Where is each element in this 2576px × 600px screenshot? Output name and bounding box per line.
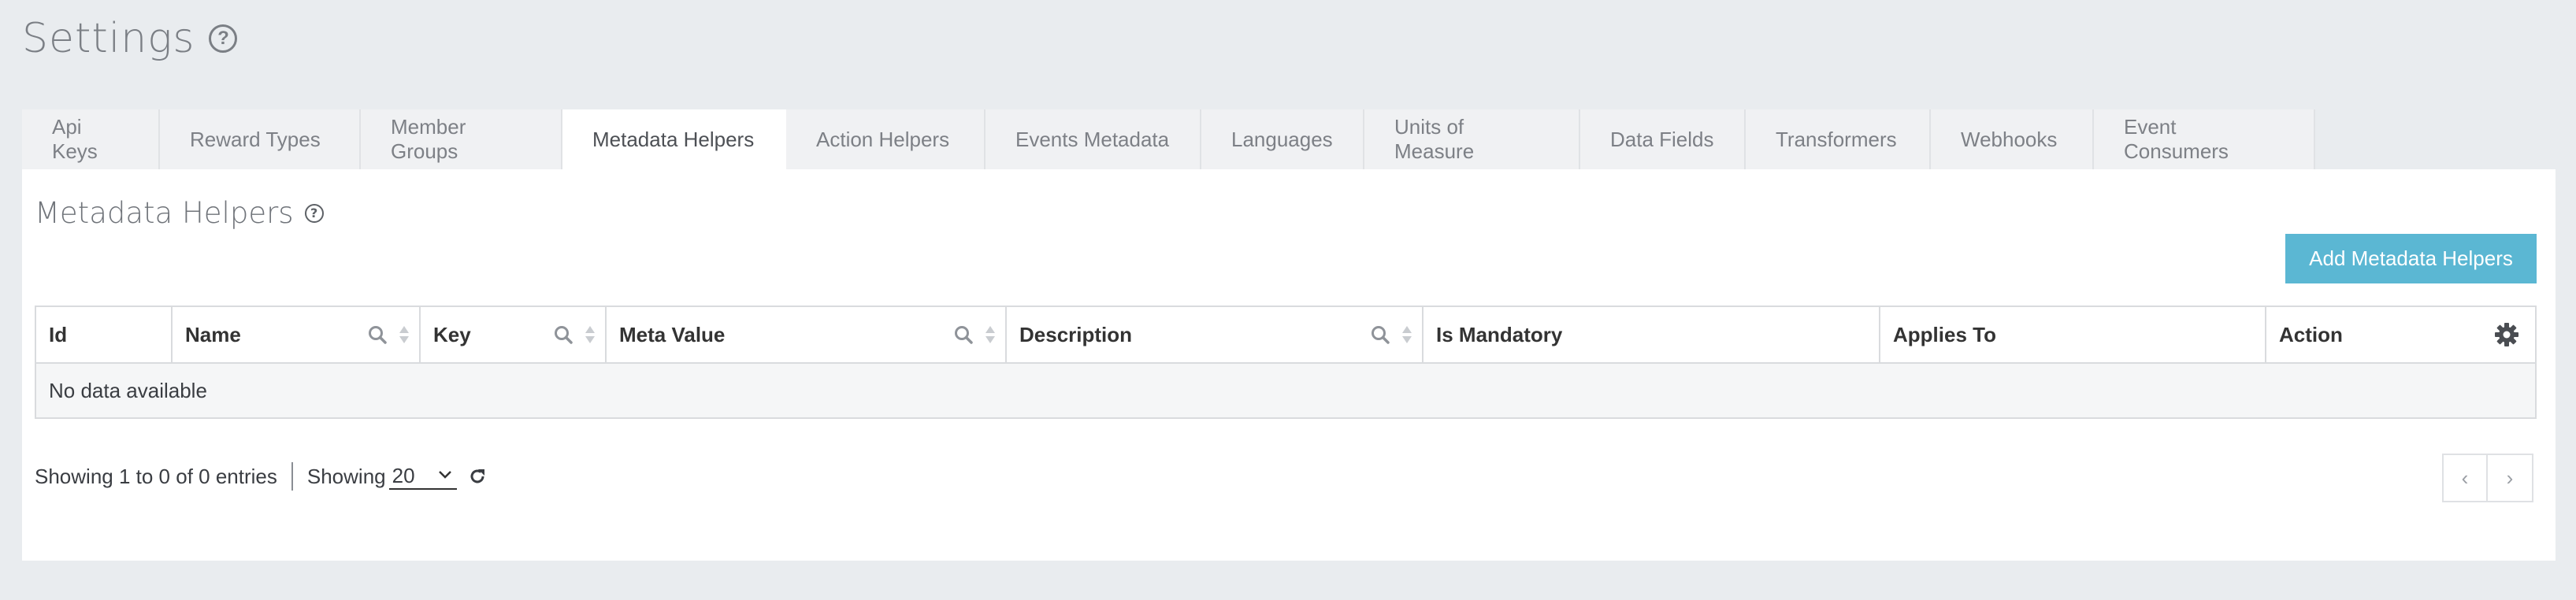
column-header-name[interactable]: Name: [173, 307, 421, 362]
column-header-action[interactable]: Action: [2266, 307, 2535, 362]
tab-reward-types[interactable]: Reward Types: [160, 109, 361, 169]
sort-icon[interactable]: [985, 324, 996, 345]
sort-icon[interactable]: [399, 324, 410, 345]
sort-icon[interactable]: [585, 324, 596, 345]
section-header: Metadata Helpers ?: [35, 196, 324, 230]
search-icon[interactable]: [367, 324, 388, 345]
column-label: Name: [185, 322, 241, 346]
search-icon[interactable]: [553, 324, 573, 345]
page-title: Settings: [22, 15, 195, 62]
page-size-select[interactable]: 20: [388, 463, 457, 490]
tab-member-groups[interactable]: Member Groups: [361, 109, 562, 169]
column-label: Is Mandatory: [1436, 322, 1563, 346]
table-header: Id Name Key Meta Value Description Is Ma…: [36, 307, 2535, 364]
column-header-applies-to[interactable]: Applies To: [1880, 307, 2266, 362]
tab-api-keys[interactable]: Api Keys: [22, 109, 160, 169]
tab-units-of-measure[interactable]: Units of Measure: [1364, 109, 1580, 169]
data-table: Id Name Key Meta Value Description Is Ma…: [35, 306, 2537, 419]
empty-message: No data available: [49, 378, 207, 402]
search-icon[interactable]: [1370, 324, 1390, 345]
tab-event-consumers[interactable]: Event Consumers: [2094, 109, 2315, 169]
column-label: Action: [2279, 322, 2343, 346]
column-header-key[interactable]: Key: [421, 307, 607, 362]
section-help-icon[interactable]: ?: [304, 203, 324, 223]
add-metadata-helpers-button[interactable]: Add Metadata Helpers: [2285, 234, 2537, 283]
tab-transformers[interactable]: Transformers: [1746, 109, 1931, 169]
column-label: Id: [49, 322, 68, 346]
sort-icon[interactable]: [1401, 324, 1412, 345]
column-header-description[interactable]: Description: [1007, 307, 1423, 362]
tab-action-helpers[interactable]: Action Helpers: [786, 109, 985, 169]
footer-divider: [291, 462, 293, 491]
gear-icon[interactable]: [2494, 322, 2519, 347]
content-panel: Metadata Helpers ? Add Metadata Helpers …: [22, 169, 2556, 561]
page-size-value: 20: [392, 463, 415, 487]
tab-webhooks[interactable]: Webhooks: [1931, 109, 2094, 169]
entries-info: Showing 1 to 0 of 0 entries: [35, 464, 277, 488]
column-label: Key: [433, 322, 471, 346]
table-footer: Showing 1 to 0 of 0 entries Showing 20: [35, 461, 487, 492]
column-header-meta-value[interactable]: Meta Value: [607, 307, 1007, 362]
column-header-id[interactable]: Id: [36, 307, 173, 362]
refresh-icon[interactable]: [468, 467, 487, 486]
column-header-is-mandatory[interactable]: Is Mandatory: [1423, 307, 1880, 362]
column-label: Applies To: [1893, 322, 1996, 346]
column-label: Description: [1019, 322, 1133, 346]
page-size-label: Showing: [306, 464, 386, 488]
tab-languages[interactable]: Languages: [1201, 109, 1364, 169]
settings-tabs: Api Keys Reward Types Member Groups Meta…: [22, 109, 2315, 169]
tab-metadata-helpers[interactable]: Metadata Helpers: [562, 109, 786, 169]
pagination: ‹ ›: [2442, 454, 2533, 502]
page-header: Settings ?: [22, 11, 238, 66]
column-label: Meta Value: [619, 322, 726, 346]
empty-row: No data available: [36, 364, 2535, 417]
tab-events-metadata[interactable]: Events Metadata: [985, 109, 1201, 169]
tab-data-fields[interactable]: Data Fields: [1580, 109, 1746, 169]
next-page-button[interactable]: ›: [2488, 454, 2533, 502]
section-title: Metadata Helpers: [35, 196, 294, 230]
search-icon[interactable]: [953, 324, 974, 345]
chevron-down-icon: [438, 470, 451, 479]
prev-page-button[interactable]: ‹: [2442, 454, 2488, 502]
help-icon[interactable]: ?: [209, 24, 238, 53]
